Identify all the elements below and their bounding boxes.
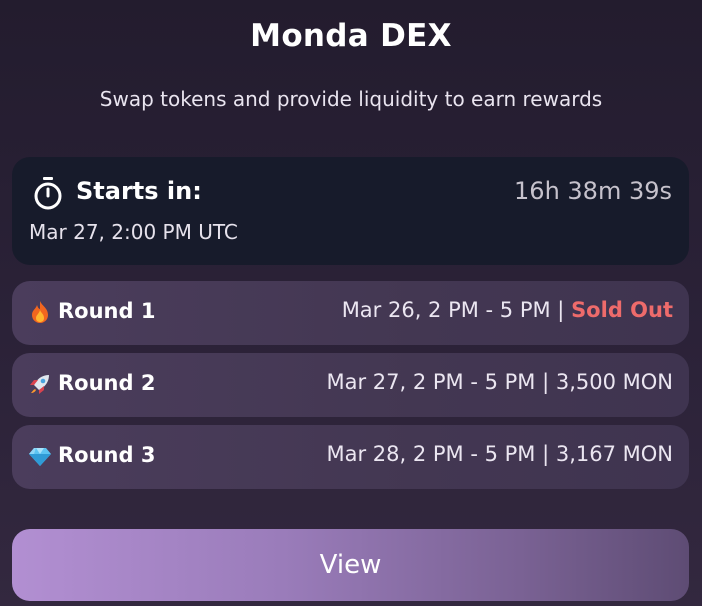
round-time: Mar 26, 2 PM - 5 PM — [341, 298, 551, 322]
round-time: Mar 27, 2 PM - 5 PM — [326, 370, 536, 394]
stopwatch-icon — [34, 177, 62, 210]
round-detail: Mar 26, 2 PM - 5 PM | Sold Out — [342, 298, 673, 322]
starts-in-label: Starts in: — [76, 177, 202, 205]
round-separator: | — [535, 442, 556, 466]
round-2-row: Round 2 Mar 27, 2 PM - 5 PM | 3,500 MON — [12, 353, 689, 417]
round-status-sold-out: Sold Out — [571, 298, 673, 322]
rocket-icon — [30, 375, 49, 394]
round-time: Mar 28, 2 PM - 5 PM — [326, 442, 536, 466]
gem-icon — [29, 448, 51, 466]
round-name: Round 2 — [58, 371, 156, 395]
round-name: Round 3 — [58, 443, 156, 467]
round-allocation: 3,167 MON — [555, 442, 673, 466]
page-title: Monda DEX — [250, 18, 452, 54]
page-subtitle: Swap tokens and provide liquidity to ear… — [99, 87, 603, 111]
starts-in-card: Starts in: 16h 38m 39s Mar 27, 2:00 PM U… — [12, 157, 689, 265]
round-detail: Mar 28, 2 PM - 5 PM | 3,167 MON — [326, 442, 673, 466]
countdown-timer: 16h 38m 39s — [514, 177, 672, 205]
round-1-row: Round 1 Mar 26, 2 PM - 5 PM | Sold Out — [12, 281, 689, 345]
fire-icon — [32, 301, 48, 323]
round-allocation: 3,500 MON — [555, 370, 673, 394]
round-name: Round 1 — [58, 299, 156, 323]
view-button[interactable]: View — [12, 529, 689, 601]
round-3-row: Round 3 Mar 28, 2 PM - 5 PM | 3,167 MON — [12, 425, 689, 489]
start-date: Mar 27, 2:00 PM UTC — [29, 220, 238, 244]
round-separator: | — [550, 298, 572, 322]
round-separator: | — [535, 370, 556, 394]
round-detail: Mar 27, 2 PM - 5 PM | 3,500 MON — [326, 370, 673, 394]
